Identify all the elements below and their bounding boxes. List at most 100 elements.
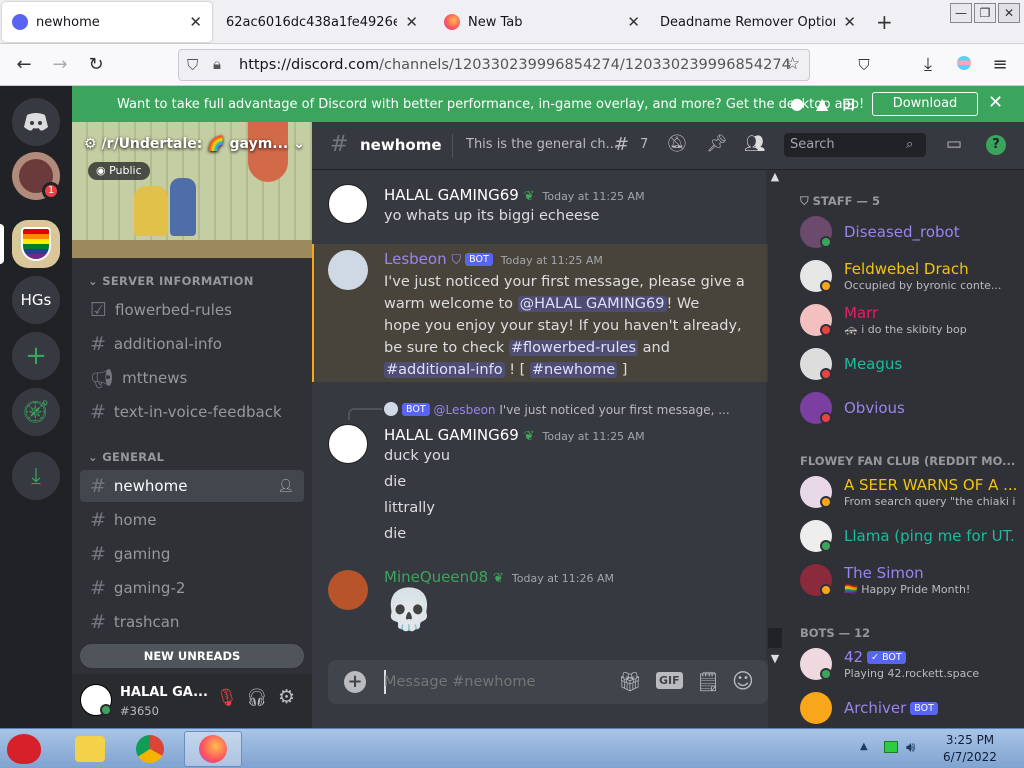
message[interactable]: MineQueen08 ❦ Today at 11:26 AM 💀 <box>312 564 768 644</box>
threads-icon[interactable]: # <box>614 134 629 155</box>
member-item[interactable]: Llama (ping me for UT... <box>768 514 1024 558</box>
battery-icon[interactable] <box>884 741 898 753</box>
firefox-taskbar-button[interactable] <box>184 731 242 767</box>
member-item[interactable]: Diseased_robot <box>768 210 1024 254</box>
member-list-icon[interactable]: 👥︎ <box>744 134 766 154</box>
close-banner-icon[interactable]: ✕ <box>988 92 1003 113</box>
message-author[interactable]: Lesbeon <box>384 250 447 268</box>
author-avatar[interactable] <box>328 424 368 464</box>
minimize-button[interactable]: — <box>950 3 972 23</box>
speaker-icon[interactable]: 🔊︎ <box>906 738 915 756</box>
member-item[interactable]: The Simon 🏳️‍🌈 Happy Pride Month! <box>768 558 1024 602</box>
help-icon[interactable]: ? <box>986 135 1006 155</box>
member-item[interactable]: Feldwebel Drach Occupied by byronic cont… <box>768 254 1024 298</box>
tab-hash[interactable]: 62ac6016dc438a1fe4926ed43d ✕ <box>216 2 428 42</box>
add-member-icon[interactable]: 👤︎ <box>277 479 294 494</box>
back-button[interactable]: ← <box>10 52 38 78</box>
tab-newhome[interactable]: newhome ✕ <box>2 2 212 42</box>
start-button[interactable] <box>0 731 48 767</box>
settings-gear-icon[interactable]: ⚙ <box>278 686 295 708</box>
headphones-icon[interactable]: 🎧︎ <box>246 688 268 708</box>
member-item[interactable]: 42 ✓ BOT Playing 42.rockett.space <box>768 642 1024 686</box>
inbox-icon[interactable]: ▭ <box>946 134 962 154</box>
pocket-icon[interactable]: ⛉ <box>850 52 878 78</box>
member-item[interactable]: Archiver BOT <box>768 686 1024 730</box>
tray-expand-icon[interactable]: ▲ <box>860 741 868 752</box>
clock-date[interactable]: 6/7/2022 <box>934 750 1006 764</box>
message-highlighted[interactable]: Lesbeon ⛉ BOT Today at 11:25 AM I've just … <box>312 244 768 382</box>
channel-topic[interactable]: This is the general ch... <box>466 137 618 152</box>
menu-icon[interactable]: ≡ <box>986 52 1014 78</box>
channel-mention[interactable]: #flowerbed-rules <box>508 340 639 356</box>
member-item[interactable]: Obvious <box>768 386 1024 430</box>
channel-trashcan[interactable]: # trashcan <box>80 606 304 638</box>
notification-muted-icon[interactable]: 🔕︎ <box>666 134 688 154</box>
discord-home-icon[interactable] <box>12 98 60 146</box>
pinned-messages-icon[interactable]: 📌︎ <box>706 134 728 154</box>
mute-mic-icon[interactable]: 🎙︎ <box>216 688 238 708</box>
clock-time[interactable]: 3:25 PM <box>934 733 1006 747</box>
tab-deadname-remover[interactable]: Deadname Remover Options ✕ <box>650 2 866 42</box>
channel-gaming[interactable]: # gaming <box>80 538 304 570</box>
gift-icon[interactable]: 🎁︎ <box>618 670 642 693</box>
close-tab-icon[interactable]: ✕ <box>189 13 202 31</box>
server-hgs[interactable]: HGs <box>12 276 60 324</box>
member-item[interactable]: Meagus <box>768 342 1024 386</box>
member-item[interactable]: A SEER WARNS OF A ... From search query … <box>768 470 1024 514</box>
close-tab-icon[interactable]: ✕ <box>405 13 418 31</box>
extension-icon[interactable] <box>950 52 978 78</box>
channel-mttnews[interactable]: 📢︎ mttnews <box>80 362 304 394</box>
channel-mention[interactable]: #newhome <box>529 362 618 378</box>
author-avatar[interactable] <box>328 184 368 224</box>
channel-flowerbed-rules[interactable]: ☑ flowerbed-rules <box>80 294 304 326</box>
author-avatar[interactable] <box>328 250 368 290</box>
new-tab-button[interactable]: + <box>876 10 893 34</box>
message-reply[interactable]: BOT @Lesbeon I've just noticed your firs… <box>312 398 768 548</box>
scrollbar-thumb[interactable] <box>768 628 782 648</box>
reply-preview[interactable]: BOT @Lesbeon I've just noticed your firs… <box>384 402 730 417</box>
user-mention[interactable]: @HALAL GAMING69 <box>517 296 667 312</box>
search-input[interactable]: Search ⌕ <box>784 133 926 157</box>
message-author[interactable]: HALAL GAMING69 <box>384 426 519 444</box>
sticker-icon[interactable]: 🗒︎ <box>696 670 720 693</box>
url-bar[interactable]: ⛉ 🔒︎ https://discord.com/channels/120330… <box>178 49 810 81</box>
channel-newhome[interactable]: # newhome 👤︎ <box>80 470 304 502</box>
forward-button[interactable]: → <box>46 52 74 78</box>
message-author[interactable]: HALAL GAMING69 <box>384 186 519 204</box>
scroll-up-icon[interactable]: ▲ <box>768 170 782 186</box>
channel-text-in-voice-feedback[interactable]: # text-in-voice-feedback <box>80 396 304 428</box>
channel-gaming-2[interactable]: # gaming-2 <box>80 572 304 604</box>
new-unreads-button[interactable]: NEW UNREADS <box>80 644 304 668</box>
download-icon[interactable]: ⤓ <box>12 452 60 500</box>
scroll-down-icon[interactable]: ▼ <box>768 652 782 668</box>
dm-avatar[interactable]: 1 <box>12 152 60 200</box>
author-avatar[interactable] <box>328 570 368 610</box>
tab-new-tab[interactable]: New Tab ✕ <box>434 2 650 42</box>
channel-home[interactable]: # home <box>80 504 304 536</box>
attach-plus-icon[interactable]: + <box>344 671 366 693</box>
downloads-icon[interactable]: ⤓ <box>914 52 942 78</box>
add-server-icon[interactable]: + <box>12 332 60 380</box>
reload-button[interactable]: ↻ <box>82 52 110 78</box>
member-item[interactable]: Marr 🚓 i do the skibity bop <box>768 298 1024 342</box>
pride-shield-icon[interactable] <box>12 220 60 268</box>
channel-mention[interactable]: #additional-info <box>384 362 505 378</box>
download-button[interactable]: Download <box>872 92 978 116</box>
restore-button[interactable]: ❐ <box>974 3 996 23</box>
compass-icon[interactable]: 🧭︎ <box>12 388 60 436</box>
channel-additional-info[interactable]: # additional-info <box>80 328 304 360</box>
emoji-icon[interactable]: ☺ <box>732 669 754 693</box>
category-server-information[interactable]: ⌄ SERVER INFORMATION <box>88 274 254 288</box>
close-tab-icon[interactable]: ✕ <box>843 13 856 31</box>
server-banner[interactable]: ⚙ /r/Undertale: 🌈 gaym... ⌄ ◉ Public <box>72 122 312 258</box>
message[interactable]: HALAL GAMING69 ❦ Today at 11:25 AM yo wha… <box>312 178 768 238</box>
gif-button[interactable]: GIF <box>656 672 683 689</box>
close-window-button[interactable]: ✕ <box>998 3 1020 23</box>
bookmark-star-icon[interactable]: ☆ <box>785 54 800 74</box>
category-general[interactable]: ⌄ GENERAL <box>88 450 164 464</box>
chrome-icon[interactable] <box>126 731 174 767</box>
message-input[interactable] <box>384 670 624 694</box>
explorer-icon[interactable] <box>66 731 114 767</box>
message-author[interactable]: MineQueen08 <box>384 568 488 586</box>
close-tab-icon[interactable]: ✕ <box>627 13 640 31</box>
